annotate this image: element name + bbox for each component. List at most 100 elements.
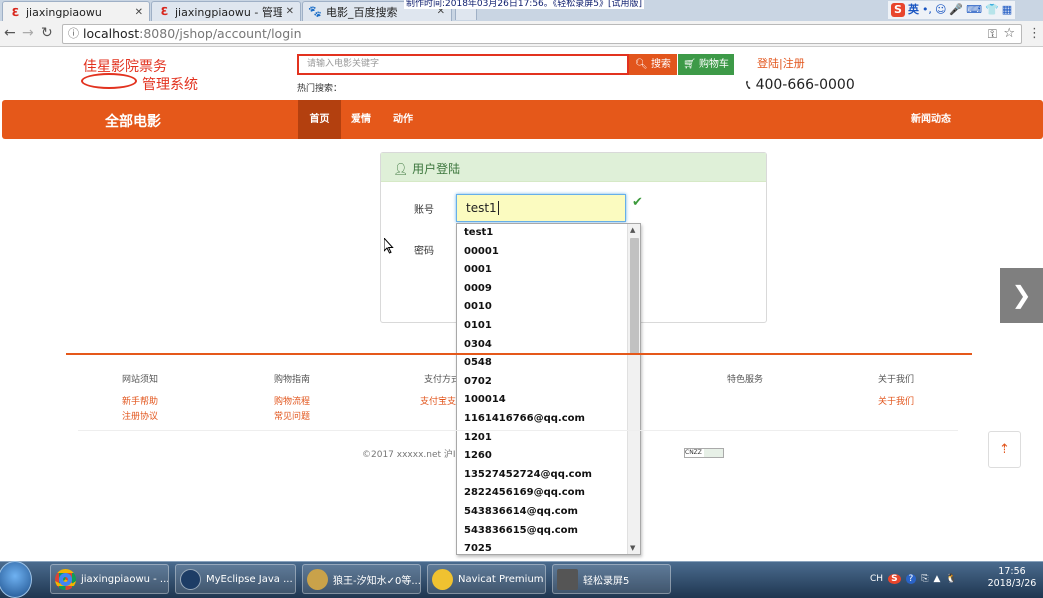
cnzz-badge[interactable]: CNZZ — [684, 448, 724, 458]
autocomplete-item[interactable]: 0304 — [457, 336, 628, 355]
arrow-up-icon: ⇡ — [999, 442, 1010, 457]
scroll-down-icon[interactable]: ▼ — [630, 544, 635, 552]
footer-col-title: 关于我们 — [878, 375, 915, 385]
phone-icon: 📞︎ — [746, 78, 751, 93]
nav-item-home[interactable]: 首页 — [298, 100, 341, 139]
ime-language[interactable]: 英 — [908, 3, 919, 17]
autocomplete-item[interactable]: 2822456169@qq.com — [457, 484, 628, 503]
logo-swoosh — [81, 73, 137, 89]
punctuation-icon[interactable]: •, — [922, 3, 932, 17]
footer-link[interactable]: 注册协议 — [122, 409, 158, 422]
footer-divider — [66, 353, 972, 355]
login-panel-title: 👤︎ 用户登陆 — [393, 162, 461, 176]
footer-link[interactable]: 购物流程 — [274, 394, 310, 407]
microphone-icon[interactable]: 🎤 — [949, 3, 963, 17]
login-register-link[interactable]: 登陆|注册 — [757, 55, 805, 71]
sogou-tray-icon[interactable]: S — [888, 574, 901, 584]
autocomplete-scrollbar[interactable]: ▲ ▼ — [627, 224, 640, 554]
autocomplete-item[interactable]: 100014 — [457, 391, 628, 410]
clipboard-icon[interactable]: ⎘ — [921, 574, 928, 584]
footer-col-title: 购物指南 — [274, 375, 311, 385]
hot-search-label: 热门搜索： — [297, 84, 343, 94]
grid-icon[interactable]: ▦ — [1002, 3, 1012, 17]
taskbar-item-qq-chat[interactable]: 狼王-汐知水✓0等... — [302, 564, 421, 594]
back-arrow-icon[interactable]: ← — [4, 25, 16, 41]
autocomplete-item[interactable]: 00001 — [457, 243, 628, 262]
recording-watermark: 制作时间:2018年03月26日17:56。《轻松录屏5》[试用版] — [404, 0, 645, 9]
footer-col-title: 网站须知 — [122, 375, 159, 385]
nav-all-movies[interactable]: 全部电影 — [105, 111, 161, 131]
nav-item-news[interactable]: 新闻动态 — [911, 100, 951, 139]
browser-menu-icon[interactable]: ⋮ — [1028, 26, 1041, 41]
password-label: 密码 — [414, 246, 434, 257]
autocomplete-item[interactable]: test1 — [457, 224, 628, 243]
chevron-right-icon: ❯ — [1011, 281, 1032, 309]
autocomplete-item[interactable]: 543836614@qq.com — [457, 503, 628, 522]
browser-tab-1[interactable]: ℇ jiaxingpiaowu ✕ — [2, 1, 150, 22]
scrollbar-thumb[interactable] — [630, 238, 639, 355]
taskbar-item-navicat[interactable]: Navicat Premium — [427, 564, 546, 594]
search-icon: 🔍︎ — [635, 59, 648, 70]
taskbar-item-recorder[interactable]: 轻松录屏5 — [552, 564, 671, 594]
autocomplete-item[interactable]: 0010 — [457, 298, 628, 317]
autocomplete-item[interactable]: 0702 — [457, 373, 628, 392]
autocomplete-item[interactable]: 0101 — [457, 317, 628, 336]
autocomplete-item[interactable]: 13527452724@qq.com — [457, 466, 628, 485]
site-favicon-icon: ℇ — [160, 5, 168, 18]
autocomplete-item[interactable]: 1260 — [457, 447, 628, 466]
autocomplete-item[interactable]: 0548 — [457, 354, 628, 373]
recorder-icon — [557, 568, 578, 590]
autocomplete-item[interactable]: 543836615@qq.com — [457, 522, 628, 541]
forward-arrow-icon[interactable]: → — [22, 25, 34, 41]
qq-penguin-icon[interactable]: 🐧 — [945, 574, 956, 584]
help-icon[interactable]: ? — [905, 574, 917, 584]
scroll-up-icon[interactable]: ▲ — [630, 226, 635, 234]
show-hidden-icon[interactable]: ▲ — [934, 574, 941, 584]
sogou-logo-icon: S — [891, 3, 905, 17]
autocomplete-item[interactable]: 0009 — [457, 280, 628, 299]
ime-toolbar[interactable]: S 英 •, ☺ 🎤 ⌨ 👕 ▦ — [888, 1, 1016, 19]
url-bar[interactable]: ⓘ localhost:8080/jshop/account/login ⚿ ☆ — [62, 24, 1022, 44]
autocomplete-item[interactable]: 0001 — [457, 261, 628, 280]
close-icon[interactable]: ✕ — [286, 6, 294, 17]
footer-link[interactable]: 新手帮助 — [122, 394, 158, 407]
key-icon[interactable]: ⚿ — [988, 25, 997, 43]
nav-item-action[interactable]: 动作 — [393, 100, 413, 139]
footer-divider-2 — [78, 430, 958, 431]
taskbar-item-chrome[interactable]: jiaxingpiaowu - ... — [50, 564, 169, 594]
site-favicon-icon: ℇ — [11, 5, 19, 19]
taskbar-clock[interactable]: 17:56 2018/3/26 — [982, 566, 1042, 590]
autocomplete-dropdown[interactable]: test1 00001 0001 0009 0010 0101 0304 054… — [456, 223, 641, 555]
autocomplete-item[interactable]: 7025 — [457, 540, 628, 554]
user-icon: 👤︎ — [393, 162, 409, 176]
footer-col-title: 支付方式 — [424, 375, 456, 385]
myeclipse-icon — [180, 568, 201, 590]
reload-icon[interactable]: ↻ — [41, 25, 53, 41]
footer-link[interactable]: 关于我们 — [878, 394, 914, 407]
skin-icon[interactable]: 👕 — [985, 3, 999, 17]
carousel-next-button[interactable]: ❯ — [1000, 268, 1043, 323]
check-icon: ✔ — [632, 195, 643, 210]
autocomplete-list: test1 00001 0001 0009 0010 0101 0304 054… — [457, 224, 628, 554]
search-button[interactable]: 🔍︎ 搜索 — [629, 54, 677, 75]
autocomplete-item[interactable]: 1161416766@qq.com — [457, 410, 628, 429]
footer-link[interactable]: 常见问题 — [274, 409, 310, 422]
tray-language[interactable]: CH — [870, 574, 883, 584]
search-input[interactable]: 请输入电影关键字 — [297, 54, 629, 75]
phone-number: 📞︎ 400-666-0000 — [746, 77, 855, 93]
bookmark-star-icon[interactable]: ☆ — [1003, 25, 1015, 43]
keyboard-icon[interactable]: ⌨ — [966, 3, 982, 17]
taskbar-item-myeclipse[interactable]: MyEclipse Java ... — [175, 564, 296, 594]
browser-tab-2[interactable]: ℇ jiaxingpiaowu - 管理系统 ✕ — [151, 1, 301, 21]
back-to-top-button[interactable]: ⇡ — [988, 431, 1021, 468]
emoji-icon[interactable]: ☺ — [935, 3, 946, 17]
nav-item-romance[interactable]: 爱情 — [351, 100, 371, 139]
cart-icon: 🛒︎ — [683, 59, 696, 70]
footer-link[interactable]: 支付宝支 — [420, 394, 456, 407]
autocomplete-item[interactable]: 1201 — [457, 429, 628, 448]
close-icon[interactable]: ✕ — [135, 7, 143, 18]
cart-button[interactable]: 🛒︎ 购物车 — [678, 54, 734, 75]
copyright-text: ©2017 xxxxx.net 沪ICP — [362, 450, 456, 460]
page-info-icon[interactable]: ⓘ — [68, 25, 79, 43]
account-input[interactable]: test1 — [456, 194, 626, 222]
